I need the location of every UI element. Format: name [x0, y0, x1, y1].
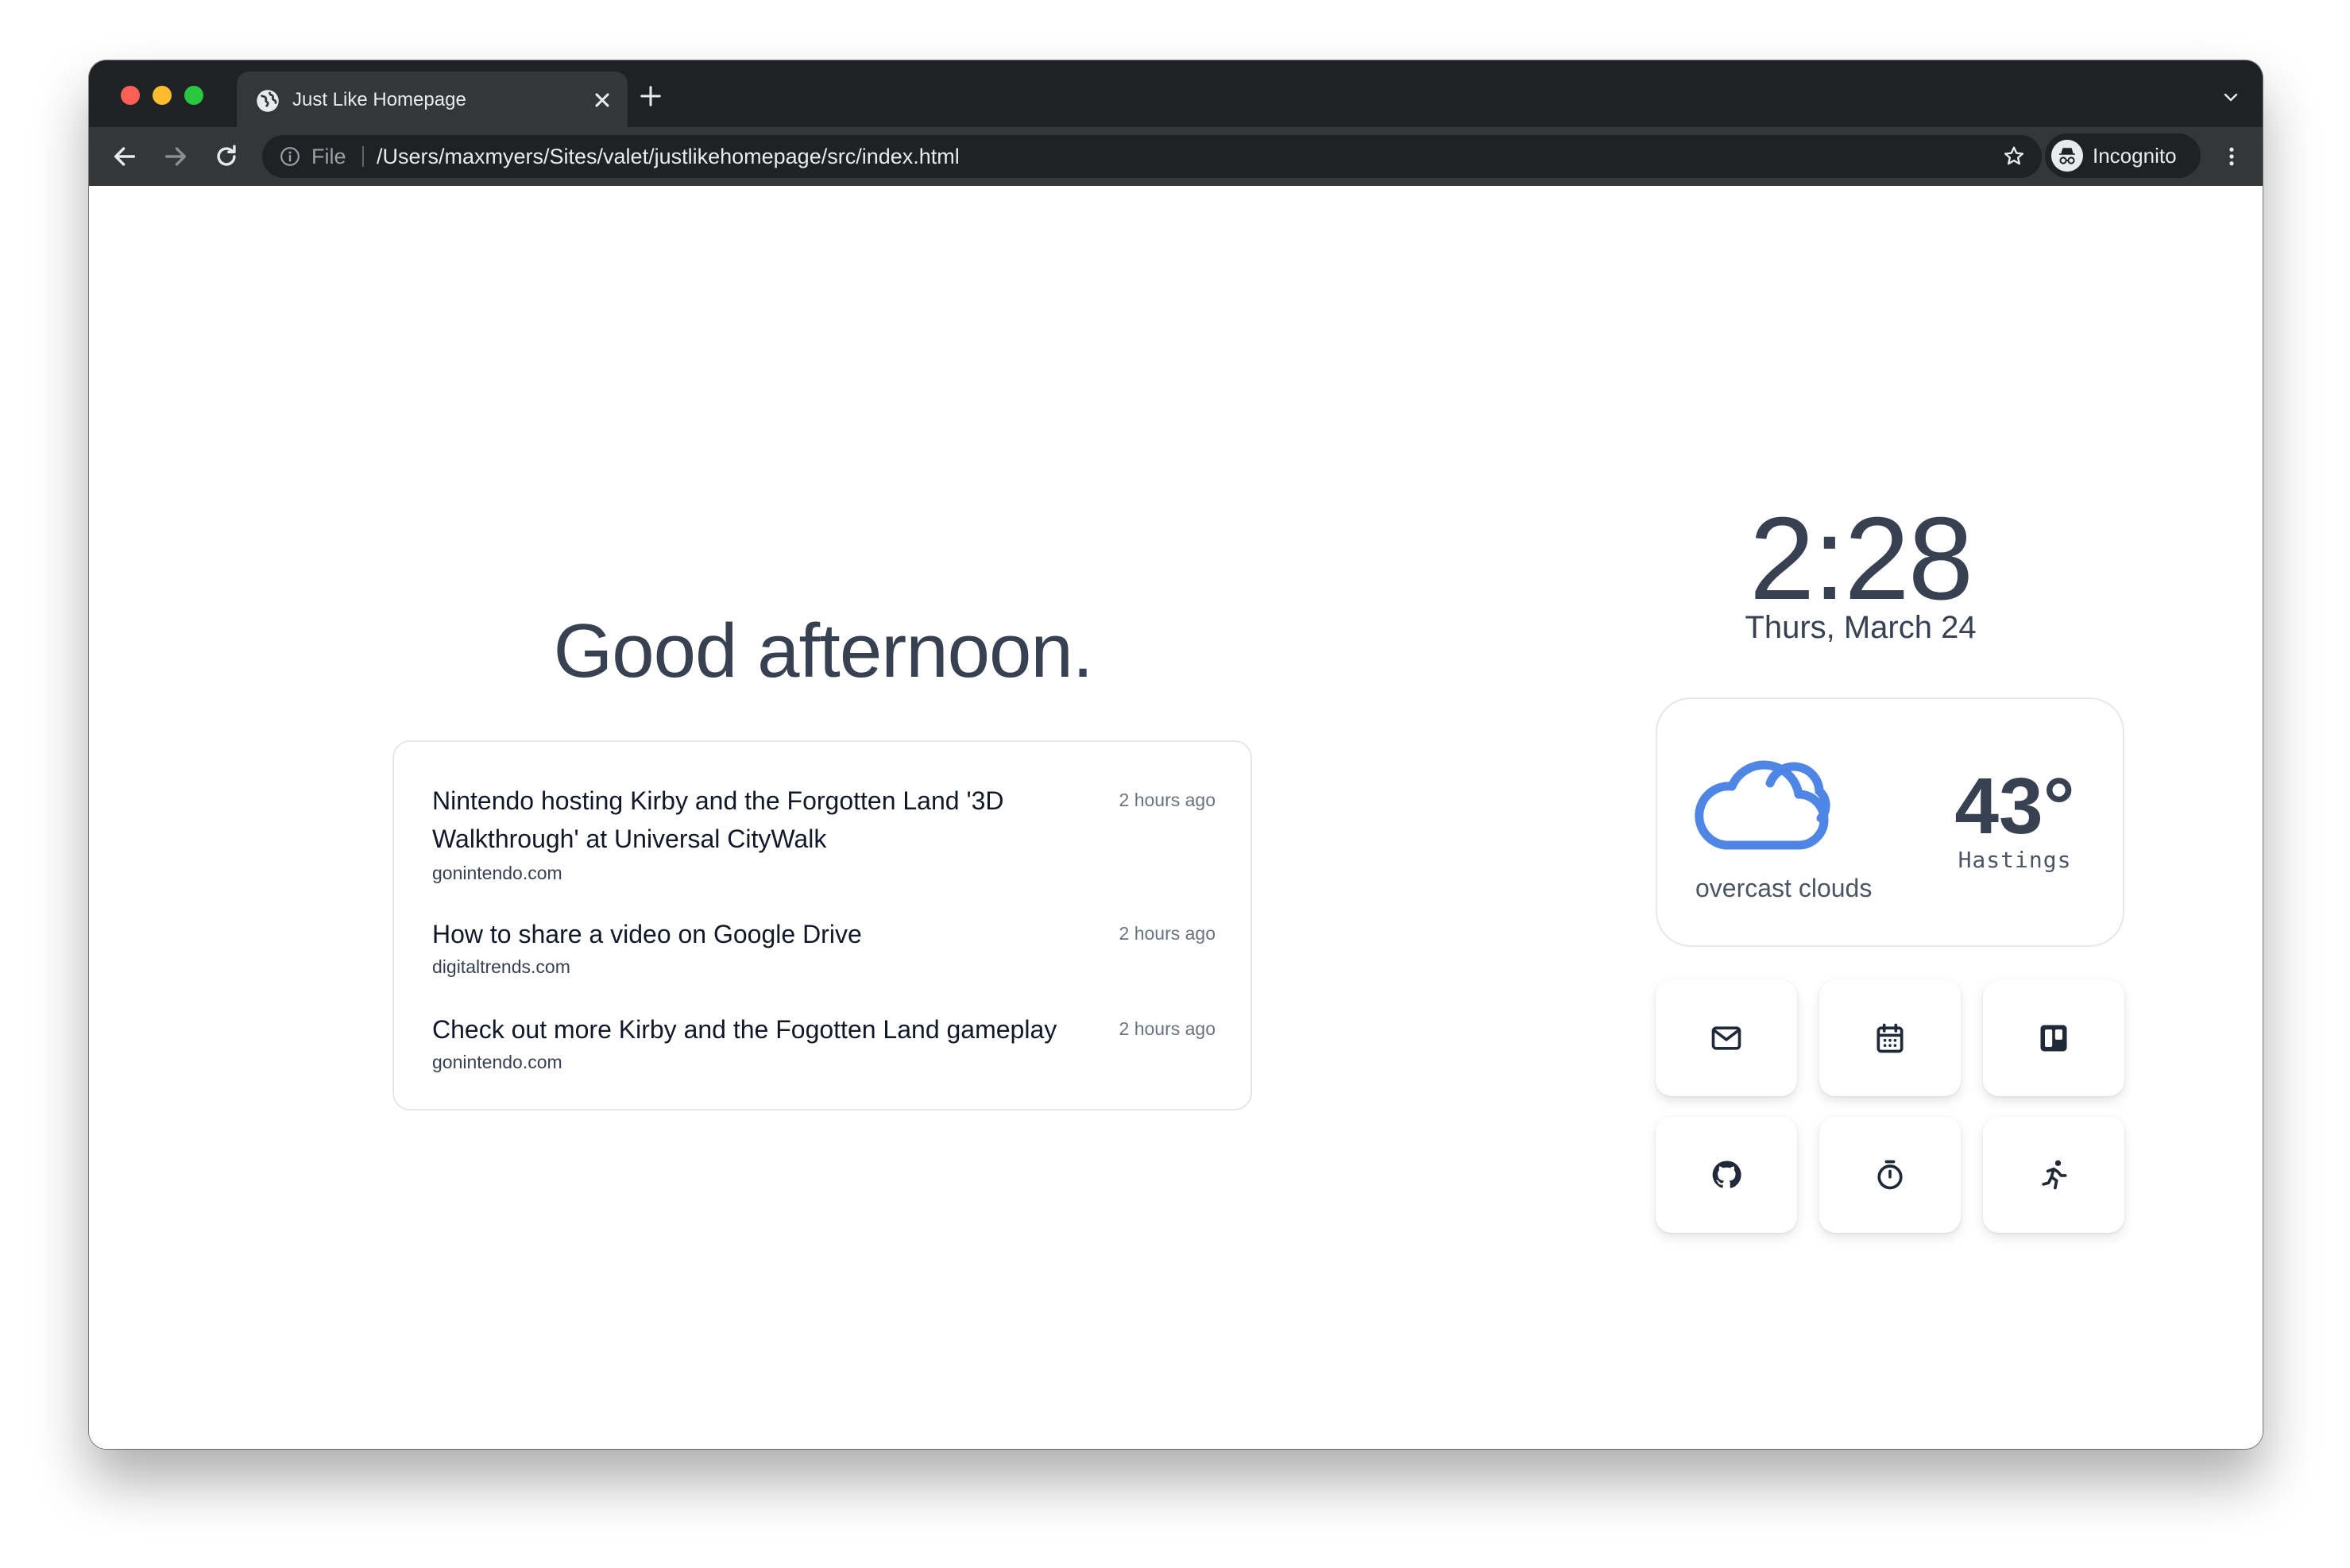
github-icon [1712, 1161, 1741, 1188]
news-card: Nintendo hosting Kirby and the Forgotten… [392, 740, 1252, 1110]
browser-toolbar: File /Users/maxmyers/Sites/valet/justlik… [89, 127, 2263, 186]
minimize-window-button[interactable] [153, 86, 172, 105]
news-time: 2 hours ago [1119, 923, 1216, 944]
news-title[interactable]: How to share a video on Google Drive [432, 915, 1084, 953]
globe-icon [257, 90, 279, 112]
news-source: digitaltrends.com [432, 956, 570, 977]
close-tab-icon[interactable] [591, 89, 613, 111]
running-shortcut-button[interactable] [1983, 1117, 2124, 1233]
browser-chrome: Just Like Homepage File /Users/maxmyers/… [89, 60, 2263, 186]
news-item[interactable]: How to share a video on Google Drive dig… [432, 915, 1216, 987]
tab-title: Just Like Homepage [292, 89, 466, 110]
page-content: Good afternoon. Nintendo hosting Kirby a… [89, 186, 2263, 1449]
tab-strip: Just Like Homepage [89, 60, 2263, 127]
clock-time: 2:28 [1749, 493, 1973, 624]
address-bar[interactable]: File /Users/maxmyers/Sites/valet/justlik… [262, 135, 2042, 178]
tab-active[interactable]: Just Like Homepage [237, 71, 628, 127]
weather-card: overcast clouds 43° Hastings [1656, 697, 2124, 947]
url-scheme-label: File [311, 145, 346, 168]
weather-city: Hastings [1958, 847, 2072, 873]
reload-icon[interactable] [213, 143, 240, 170]
news-item[interactable]: Nintendo hosting Kirby and the Forgotten… [432, 782, 1216, 901]
weather-temperature: 43° [1954, 762, 2075, 851]
weather-description: overcast clouds [1695, 874, 1873, 902]
news-time: 2 hours ago [1119, 790, 1216, 810]
forward-arrow-icon[interactable] [162, 143, 189, 170]
news-title[interactable]: Check out more Kirby and the Fogotten La… [432, 1010, 1084, 1049]
clock-date: Thurs, March 24 [1745, 610, 1977, 645]
news-title[interactable]: Nintendo hosting Kirby and the Forgotten… [432, 782, 1084, 858]
maximize-window-button[interactable] [184, 86, 203, 105]
browser-window: Just Like Homepage File /Users/maxmyers/… [89, 60, 2263, 1449]
running-icon [2042, 1160, 2067, 1190]
info-icon[interactable] [280, 146, 300, 167]
back-arrow-icon[interactable] [111, 143, 138, 170]
news-time: 2 hours ago [1119, 1018, 1216, 1039]
trello-icon [2040, 1025, 2067, 1052]
more-menu-icon[interactable] [2220, 145, 2244, 168]
calendar-shortcut-button[interactable] [1819, 980, 1961, 1096]
greeting-heading: Good afternoon. [553, 608, 1094, 693]
cloud-icon [1695, 760, 1830, 850]
url-divider [362, 146, 364, 167]
github-shortcut-button[interactable] [1656, 1117, 1797, 1233]
news-item[interactable]: Check out more Kirby and the Fogotten La… [432, 1010, 1216, 1082]
new-tab-icon[interactable] [639, 84, 663, 108]
url-text[interactable]: /Users/maxmyers/Sites/valet/justlikehome… [377, 144, 960, 169]
incognito-profile-button[interactable]: Incognito [2045, 133, 2201, 178]
close-window-button[interactable] [121, 86, 140, 105]
mail-shortcut-button[interactable] [1656, 980, 1797, 1096]
incognito-icon [2051, 140, 2083, 172]
mail-icon [1711, 1026, 1741, 1050]
timer-icon [1877, 1160, 1903, 1190]
bookmark-star-icon[interactable] [2002, 145, 2026, 168]
trello-shortcut-button[interactable] [1983, 980, 2124, 1096]
profile-label: Incognito [2093, 144, 2177, 168]
timer-shortcut-button[interactable] [1819, 1117, 1961, 1233]
news-source: gonintendo.com [432, 1052, 562, 1072]
news-source: gonintendo.com [432, 863, 562, 883]
calendar-icon [1877, 1023, 1904, 1053]
chevron-down-icon[interactable] [2221, 87, 2240, 106]
